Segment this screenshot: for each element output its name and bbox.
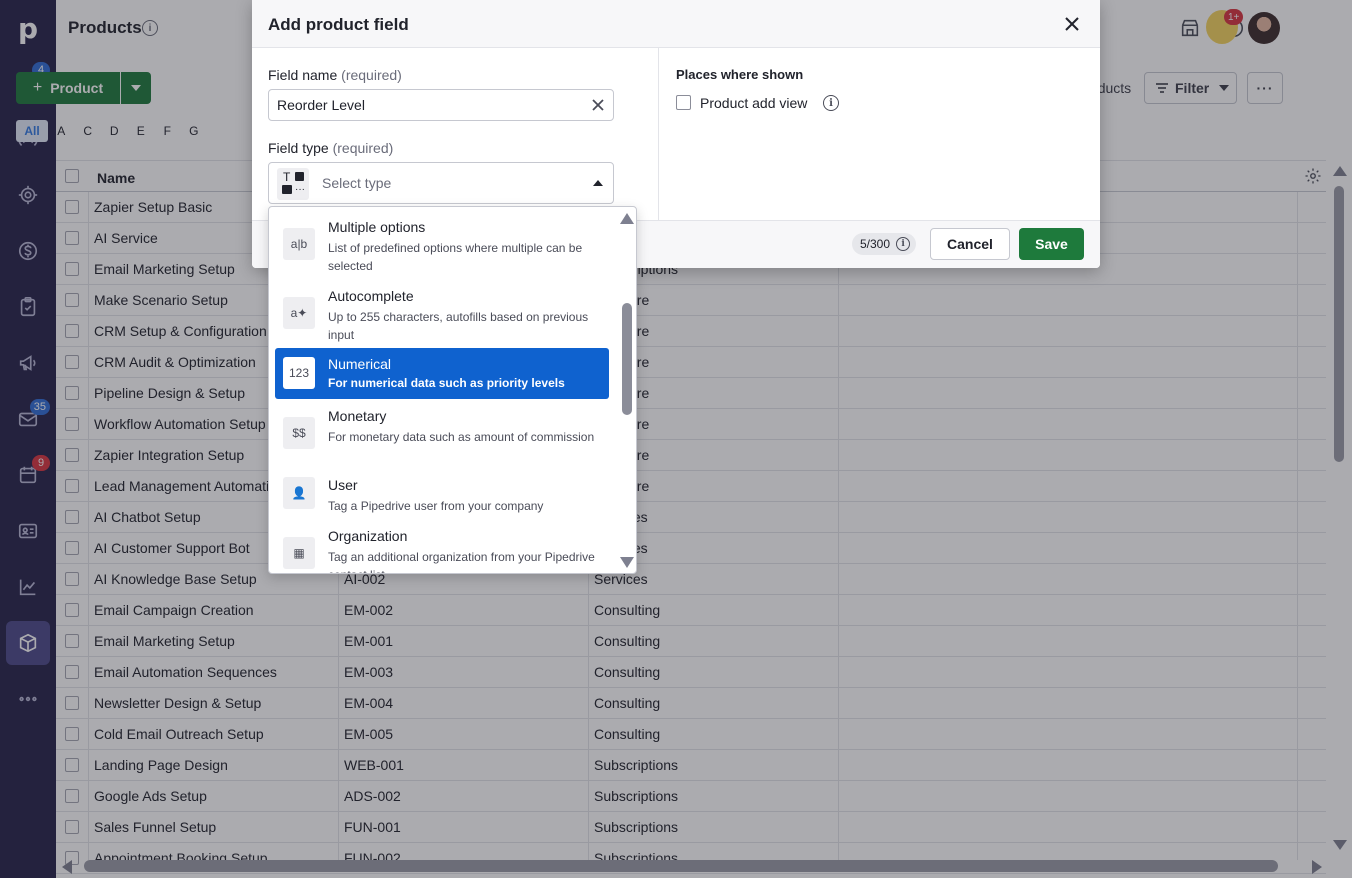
option-title: Autocomplete bbox=[328, 288, 414, 304]
option-description: Tag a Pipedrive user from your company bbox=[328, 499, 544, 513]
places-title: Places where shown bbox=[676, 67, 804, 82]
field-type-option[interactable]: a|b Multiple options List of predefined op… bbox=[275, 213, 609, 275]
info-icon[interactable]: i bbox=[823, 95, 839, 111]
option-description: List of predefined options where multipl… bbox=[328, 241, 583, 273]
option-title: Multiple options bbox=[328, 219, 426, 235]
field-type-icon: a|b bbox=[283, 228, 315, 260]
field-type-label: Field type (required) bbox=[268, 140, 393, 156]
modal-header: Add product field bbox=[252, 0, 1100, 48]
field-type-icon: 👤 bbox=[283, 477, 315, 509]
option-description: Tag an additional organization from your… bbox=[328, 550, 595, 573]
product-add-view-label[interactable]: Product add view bbox=[700, 95, 807, 111]
field-type-placeholder: Select type bbox=[322, 175, 392, 191]
info-icon[interactable]: i bbox=[896, 237, 911, 251]
scrollbar-thumb[interactable] bbox=[622, 303, 632, 415]
option-description: Up to 255 characters, autofills based on… bbox=[328, 310, 589, 342]
field-type-select[interactable]: T ··· Select type bbox=[268, 162, 614, 204]
option-description: For monetary data such as amount of comm… bbox=[328, 430, 595, 444]
modal-divider bbox=[658, 48, 659, 220]
character-count: 5/300 i bbox=[852, 233, 917, 255]
cancel-button[interactable]: Cancel bbox=[930, 228, 1010, 260]
field-type-option[interactable]: ▦ Organization Tag an additional organizat… bbox=[275, 522, 609, 573]
option-title: Monetary bbox=[328, 408, 387, 424]
option-title: User bbox=[328, 477, 358, 493]
option-description: For numerical data such as priority leve… bbox=[328, 376, 565, 390]
field-type-option[interactable]: 123 Numerical For numerical data such as p… bbox=[275, 348, 609, 399]
field-type-option[interactable]: 👤 User Tag a Pipedrive user from your comp… bbox=[275, 471, 609, 515]
chevron-up-icon bbox=[593, 180, 603, 186]
field-type-dropdown: a|b Multiple options List of predefined op… bbox=[268, 206, 637, 574]
field-type-icon: $$ bbox=[283, 417, 315, 449]
save-button[interactable]: Save bbox=[1019, 228, 1084, 260]
field-type-icon: a✦ bbox=[283, 297, 315, 329]
field-name-input[interactable] bbox=[268, 89, 614, 121]
required-hint: (required) bbox=[332, 140, 394, 156]
character-count-value: 5/300 bbox=[860, 237, 891, 251]
field-type-label-text: Field type bbox=[268, 140, 329, 156]
field-type-icon: 123 bbox=[283, 357, 315, 389]
scroll-down-icon[interactable] bbox=[620, 557, 634, 568]
field-name-label-text: Field name bbox=[268, 67, 338, 83]
dropdown-scrollbar[interactable] bbox=[619, 207, 636, 573]
scroll-up-icon[interactable] bbox=[620, 213, 634, 224]
required-hint: (required) bbox=[341, 67, 402, 83]
clear-icon[interactable] bbox=[590, 97, 606, 113]
field-type-icon: ▦ bbox=[283, 537, 315, 569]
close-icon[interactable] bbox=[1062, 14, 1082, 34]
field-type-option[interactable]: a✦ Autocomplete Up to 255 characters, auto… bbox=[275, 282, 609, 344]
modal-title: Add product field bbox=[268, 15, 409, 34]
product-add-view-checkbox[interactable] bbox=[676, 95, 691, 110]
field-type-option[interactable]: $$ Monetary For monetary data such as amou… bbox=[275, 402, 609, 464]
option-title: Organization bbox=[328, 528, 408, 544]
option-title: Numerical bbox=[328, 356, 392, 372]
field-name-label: Field name (required) bbox=[268, 67, 402, 83]
field-types-icon: T ··· bbox=[277, 168, 309, 200]
